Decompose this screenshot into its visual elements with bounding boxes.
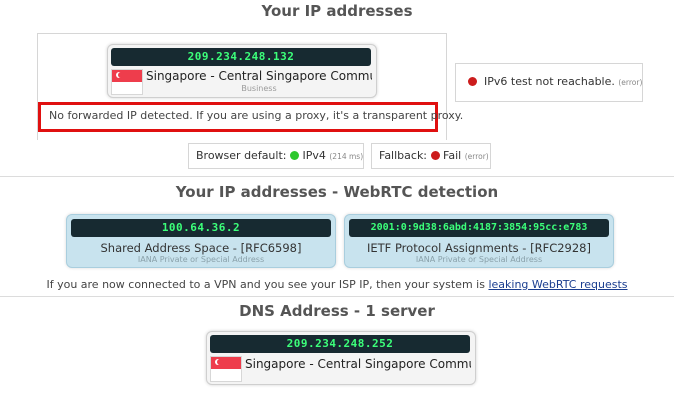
status-dot-icon (468, 77, 477, 86)
leaking-webrtc-link[interactable]: leaking WebRTC requests (488, 278, 627, 291)
dns-location: Singapore - Central Singapore Community … (245, 357, 471, 371)
page-title: Your IP addresses (261, 2, 413, 20)
browser-default-text: Browser default: IPv4 (214 ms) (196, 149, 364, 162)
status-dot-icon (430, 151, 440, 160)
ip-sub: IANA Private or Special Address (137, 255, 265, 264)
webrtc-title: Your IP addresses - WebRTC detection (175, 183, 499, 201)
ip-address[interactable]: 100.64.36.2 (71, 219, 331, 237)
ip-label: Shared Address Space - [RFC6598] (100, 241, 302, 255)
fallback-panel: Fallback: Fail (error) (371, 143, 491, 169)
divider (0, 176, 674, 177)
ip-address[interactable]: 2001:0:9d38:6abd:4187:3854:95cc:e783 (349, 219, 609, 237)
ipv6-status-text: IPv6 test not reachable. (error) (484, 75, 643, 88)
status-dot-icon (289, 151, 299, 160)
ip-sub: IANA Private or Special Address (415, 255, 543, 264)
ipv6-panel: IPv6 test not reachable. (error) (455, 63, 643, 102)
dns-ip-card: 209.234.248.252 Singapore - Central Sing… (206, 331, 476, 385)
webrtc-card-1: 100.64.36.2 Shared Address Space - [RFC6… (66, 214, 336, 268)
ip-location: Singapore - Central Singapore Community … (146, 69, 372, 83)
dns-title: DNS Address - 1 server (239, 302, 435, 320)
dns-ip-address[interactable]: 209.234.248.252 (210, 335, 470, 353)
main-ip-card: 209.234.248.132 Singapore - Central Sing… (107, 44, 377, 98)
fallback-text: Fallback: Fail (error) (379, 149, 489, 162)
singapore-flag-icon (210, 356, 242, 382)
isp-type: Business (241, 84, 277, 93)
browser-default-panel: Browser default: IPv4 (214 ms) (188, 143, 364, 169)
divider (0, 296, 674, 297)
vpn-note: If you are now connected to a VPN and yo… (46, 278, 628, 291)
singapore-flag-icon (111, 69, 143, 95)
ip-address[interactable]: 209.234.248.132 (111, 48, 371, 66)
forwarded-ip-message: No forwarded IP detected. If you are usi… (49, 109, 464, 122)
ip-label: IETF Protocol Assignments - [RFC2928] (367, 241, 591, 255)
webrtc-card-2: 2001:0:9d38:6abd:4187:3854:95cc:e783 IET… (344, 214, 614, 268)
